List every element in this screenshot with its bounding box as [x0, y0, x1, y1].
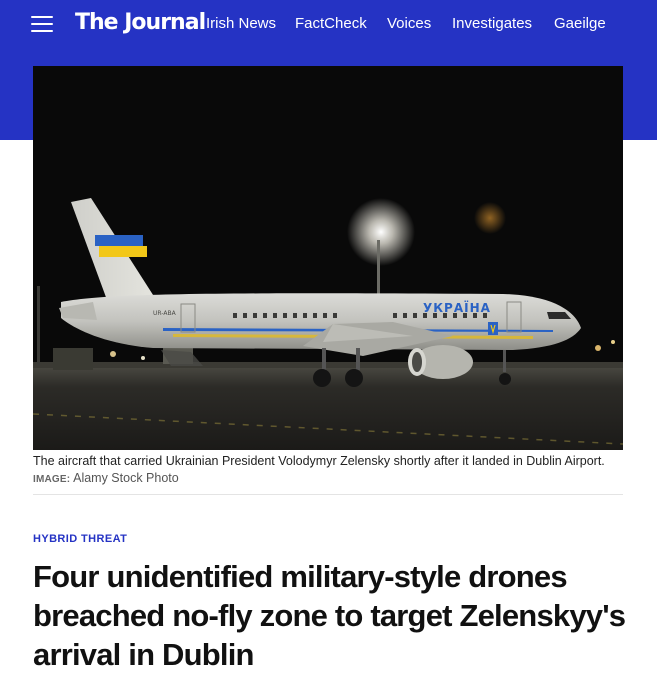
article-hero-image: УКРАЇНА UR-ABA	[33, 66, 623, 450]
fuselage-text: УКРАЇНА	[423, 300, 491, 315]
article-headline: Four unidentified military-style drones …	[33, 559, 626, 672]
image-caption: The aircraft that carried Ukrainian Pres…	[33, 453, 628, 488]
divider	[33, 494, 623, 495]
registration-mark: UR-ABA	[153, 310, 177, 317]
nav-link-irish-news[interactable]: Irish News	[206, 14, 276, 34]
site-logo[interactable]: The Journal	[75, 9, 206, 37]
nav-link-investigates[interactable]: Investigates	[452, 14, 532, 34]
top-navigation: The Journal Irish News FactCheck Voices …	[0, 0, 657, 48]
image-credit: Alamy Stock Photo	[73, 471, 179, 485]
image-credit-label: IMAGE:	[33, 474, 71, 485]
caption-text: The aircraft that carried Ukrainian Pres…	[33, 454, 605, 468]
nav-link-gaeilge[interactable]: Gaeilge	[554, 14, 606, 34]
nav-link-voices[interactable]: Voices	[387, 14, 431, 34]
nav-link-factcheck[interactable]: FactCheck	[295, 14, 367, 34]
hamburger-menu-icon[interactable]	[31, 16, 53, 32]
article-kicker[interactable]: HYBRID THREAT	[33, 532, 127, 546]
